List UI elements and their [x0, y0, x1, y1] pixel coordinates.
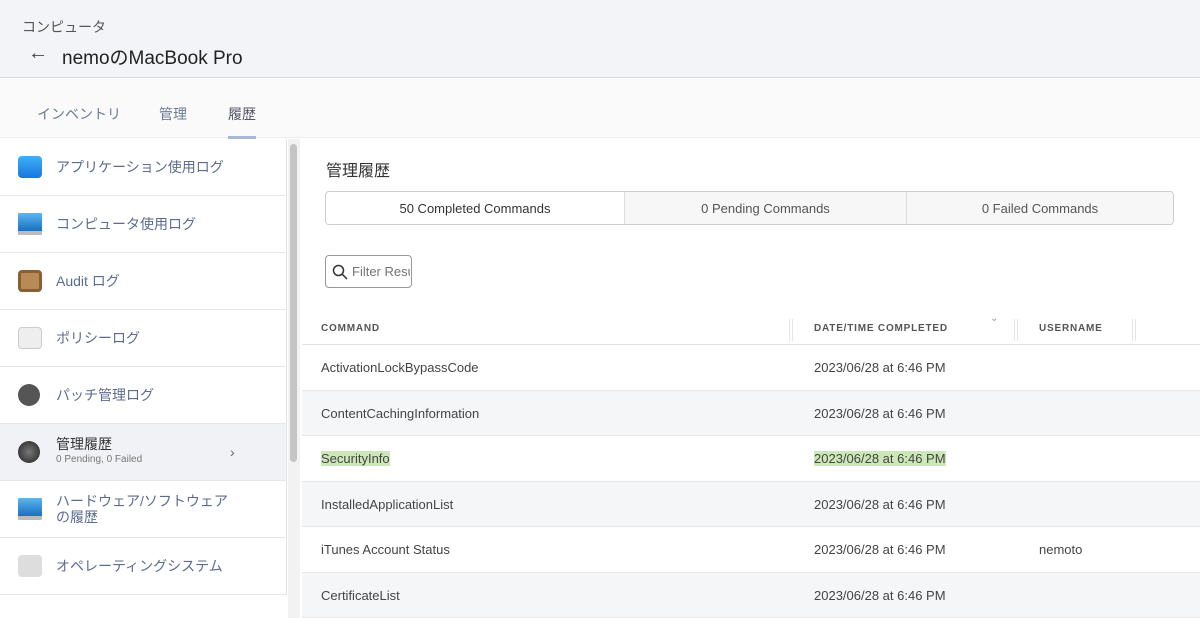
- section-title: 管理履歴: [326, 157, 390, 181]
- sort-chevron-down-icon[interactable]: ⌄: [990, 313, 999, 324]
- table-row[interactable]: ActivationLockBypassCode 2023/06/28 at 6…: [302, 345, 1200, 391]
- table-row[interactable]: ContentCachingInformation 2023/06/28 at …: [302, 391, 1200, 437]
- date-cell: 2023/06/28 at 6:46 PM: [814, 406, 946, 421]
- chevron-right-icon: ›: [230, 444, 235, 460]
- date-cell: 2023/06/28 at 6:46 PM: [814, 360, 946, 375]
- sidebar-item-app-usage-log[interactable]: アプリケーション使用ログ: [0, 139, 286, 196]
- tab-bar: インベントリ 管理 履歴: [0, 79, 1200, 138]
- pending-commands-tab[interactable]: 0 Pending Commands: [624, 192, 906, 224]
- computer-icon: [18, 213, 42, 235]
- column-resize-handle[interactable]: [789, 319, 793, 341]
- sidebar-item-os[interactable]: オペレーティングシステム: [0, 538, 286, 595]
- tab-inventory[interactable]: インベントリ: [37, 104, 121, 124]
- gauge-icon: [18, 441, 40, 463]
- tab-management[interactable]: 管理: [159, 104, 187, 124]
- command-cell: SecurityInfo: [321, 451, 390, 466]
- command-status-segmented-control: 50 Completed Commands 0 Pending Commands…: [325, 191, 1174, 225]
- table-header: COMMAND DATE/TIME COMPLETED ⌄ USERNAME: [302, 305, 1200, 345]
- date-cell: 2023/06/28 at 6:46 PM: [814, 542, 946, 557]
- filter-input[interactable]: [352, 264, 410, 279]
- table-row[interactable]: iTunes Account Status 2023/06/28 at 6:46…: [302, 527, 1200, 573]
- computer-disc-icon: [18, 498, 42, 520]
- column-resize-handle[interactable]: [1014, 319, 1018, 341]
- page-header: コンピュータ ← nemoのMacBook Pro: [0, 0, 1200, 78]
- column-username[interactable]: USERNAME: [1039, 323, 1103, 334]
- back-arrow-icon[interactable]: ←: [28, 42, 48, 65]
- column-date[interactable]: DATE/TIME COMPLETED: [814, 323, 948, 334]
- window-icon: [18, 327, 42, 349]
- tab-history[interactable]: 履歴: [228, 104, 256, 124]
- column-command[interactable]: COMMAND: [321, 323, 380, 334]
- sidebar-item-label: パッチ管理ログ: [56, 387, 236, 403]
- search-icon: [332, 264, 348, 280]
- command-cell: InstalledApplicationList: [321, 497, 453, 512]
- sidebar-item-label: Audit ログ: [56, 273, 236, 289]
- sidebar-item-management-history[interactable]: 管理履歴0 Pending, 0 Failed ›: [0, 424, 286, 481]
- history-sidebar: アプリケーション使用ログ コンピュータ使用ログ Audit ログ ポリシーログ …: [0, 139, 287, 595]
- command-cell: ContentCachingInformation: [321, 406, 479, 421]
- patch-icon: [18, 384, 40, 406]
- sidebar-item-computer-usage-log[interactable]: コンピュータ使用ログ: [0, 196, 286, 253]
- completed-commands-tab[interactable]: 50 Completed Commands: [326, 192, 624, 224]
- date-cell: 2023/06/28 at 6:46 PM: [814, 497, 946, 512]
- page-title: nemoのMacBook Pro: [62, 43, 243, 70]
- failed-commands-tab[interactable]: 0 Failed Commands: [906, 192, 1173, 224]
- table-row[interactable]: SecurityInfo 2023/06/28 at 6:46 PM: [302, 436, 1200, 482]
- sidebar-item-label: アプリケーション使用ログ: [56, 159, 236, 175]
- sidebar-item-label: コンピュータ使用ログ: [56, 216, 236, 232]
- date-cell: 2023/06/28 at 6:46 PM: [814, 588, 946, 603]
- date-cell: 2023/06/28 at 6:46 PM: [814, 451, 946, 466]
- sidebar-item-hw-sw-history[interactable]: ハードウェア/ソフトウェアの履歴: [0, 481, 286, 538]
- sidebar-item-label: 管理履歴: [56, 436, 112, 452]
- sidebar-item-policy-log[interactable]: ポリシーログ: [0, 310, 286, 367]
- os-icon: [18, 555, 42, 577]
- filter-box[interactable]: [325, 255, 412, 288]
- table-row[interactable]: InstalledApplicationList 2023/06/28 at 6…: [302, 482, 1200, 528]
- sidebar-item-label: ポリシーログ: [56, 330, 236, 346]
- sidebar-item-audit-log[interactable]: Audit ログ: [0, 253, 286, 310]
- sidebar-item-label: ハードウェア/ソフトウェアの履歴: [56, 493, 236, 525]
- sidebar-item-label: オペレーティングシステム: [56, 558, 236, 574]
- command-cell: ActivationLockBypassCode: [321, 360, 479, 375]
- breadcrumb[interactable]: コンピュータ: [22, 17, 106, 37]
- sidebar-item-sub: 0 Pending, 0 Failed: [56, 452, 236, 468]
- management-history-panel: 管理履歴 50 Completed Commands 0 Pending Com…: [302, 139, 1200, 618]
- sidebar-scrollbar[interactable]: [288, 139, 300, 618]
- sidebar-item-patch-log[interactable]: パッチ管理ログ: [0, 367, 286, 424]
- command-cell: iTunes Account Status: [321, 542, 450, 557]
- scrollbar-thumb[interactable]: [290, 144, 297, 462]
- command-cell: CertificateList: [321, 588, 400, 603]
- column-resize-handle[interactable]: [1132, 319, 1136, 341]
- username-cell: nemoto: [1039, 542, 1082, 557]
- app-store-icon: [18, 156, 42, 178]
- clipboard-icon: [18, 270, 42, 292]
- table-row[interactable]: CertificateList 2023/06/28 at 6:46 PM: [302, 573, 1200, 618]
